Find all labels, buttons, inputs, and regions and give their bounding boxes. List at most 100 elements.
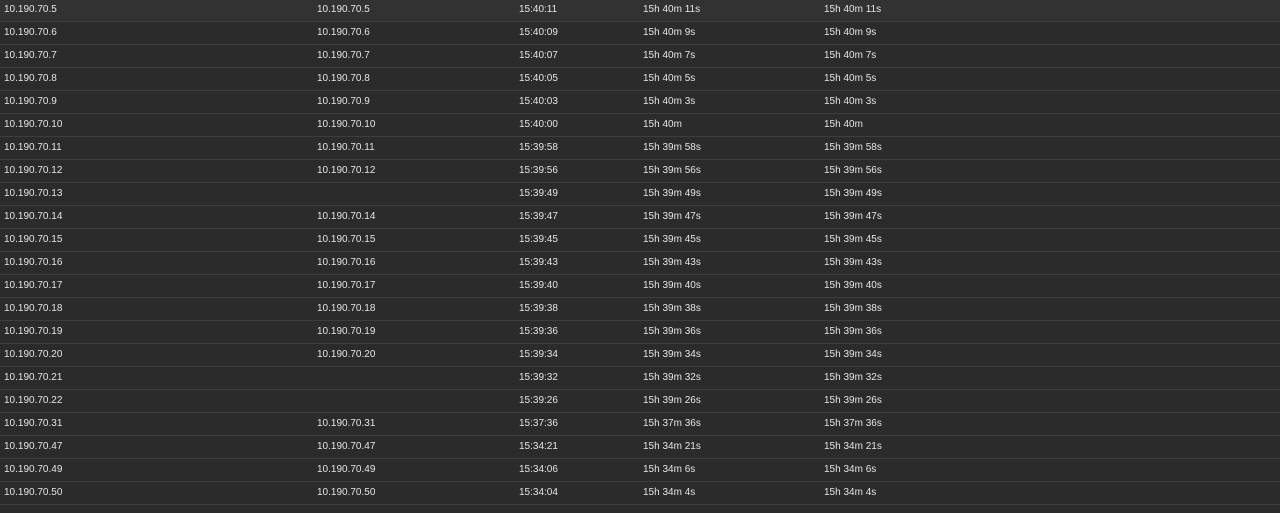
- host-cell: 10.190.70.8: [317, 73, 370, 84]
- duration-total-cell: 15h 40m 5s: [824, 73, 877, 84]
- host-cell: 10.190.70.18: [317, 303, 376, 314]
- ip-address-cell: 10.190.70.8: [4, 73, 57, 84]
- lease-table: 10.190.70.5 10.190.70.5 15:40:11 15h 40m…: [0, 0, 1280, 505]
- time-cell: 15:34:04: [519, 487, 558, 498]
- ip-address-cell: 10.190.70.18: [4, 303, 63, 314]
- ip-address-cell: 10.190.70.13: [4, 188, 63, 199]
- time-cell: 15:39:32: [519, 372, 558, 383]
- table-row[interactable]: 10.190.70.21 15:39:32 15h 39m 32s 15h 39…: [0, 367, 1280, 390]
- duration-total-cell: 15h 39m 26s: [824, 395, 882, 406]
- duration-total-cell: 15h 39m 58s: [824, 142, 882, 153]
- ip-address-cell: 10.190.70.11: [4, 142, 62, 153]
- table-row[interactable]: 10.190.70.49 10.190.70.49 15:34:06 15h 3…: [0, 459, 1280, 482]
- duration-total-cell: 15h 39m 34s: [824, 349, 882, 360]
- host-cell: 10.190.70.9: [317, 96, 370, 107]
- ip-address-cell: 10.190.70.15: [4, 234, 63, 245]
- duration-cell: 15h 39m 43s: [643, 257, 701, 268]
- duration-total-cell: 15h 39m 40s: [824, 280, 882, 291]
- table-row[interactable]: 10.190.70.47 10.190.70.47 15:34:21 15h 3…: [0, 436, 1280, 459]
- duration-total-cell: 15h 39m 32s: [824, 372, 882, 383]
- duration-total-cell: 15h 39m 56s: [824, 165, 882, 176]
- duration-cell: 15h 40m 7s: [643, 50, 696, 61]
- duration-cell: 15h 39m 49s: [643, 188, 701, 199]
- duration-cell: 15h 40m 3s: [643, 96, 696, 107]
- time-cell: 15:34:06: [519, 464, 558, 475]
- duration-cell: 15h 39m 58s: [643, 142, 701, 153]
- table-row[interactable]: 10.190.70.16 10.190.70.16 15:39:43 15h 3…: [0, 252, 1280, 275]
- host-cell: 10.190.70.12: [317, 165, 376, 176]
- table-row[interactable]: 10.190.70.20 10.190.70.20 15:39:34 15h 3…: [0, 344, 1280, 367]
- ip-address-cell: 10.190.70.14: [4, 211, 63, 222]
- duration-cell: 15h 39m 45s: [643, 234, 701, 245]
- time-cell: 15:39:40: [519, 280, 558, 291]
- duration-total-cell: 15h 39m 47s: [824, 211, 882, 222]
- time-cell: 15:40:07: [519, 50, 558, 61]
- table-row[interactable]: 10.190.70.9 10.190.70.9 15:40:03 15h 40m…: [0, 91, 1280, 114]
- time-cell: 15:34:21: [519, 441, 558, 452]
- table-row[interactable]: 10.190.70.50 10.190.70.50 15:34:04 15h 3…: [0, 482, 1280, 505]
- duration-cell: 15h 37m 36s: [643, 418, 701, 429]
- duration-cell: 15h 34m 6s: [643, 464, 696, 475]
- duration-total-cell: 15h 39m 43s: [824, 257, 882, 268]
- ip-address-cell: 10.190.70.22: [4, 395, 63, 406]
- table-row[interactable]: 10.190.70.22 15:39:26 15h 39m 26s 15h 39…: [0, 390, 1280, 413]
- host-cell: 10.190.70.17: [317, 280, 376, 291]
- host-cell: 10.190.70.31: [317, 418, 376, 429]
- table-row[interactable]: 10.190.70.17 10.190.70.17 15:39:40 15h 3…: [0, 275, 1280, 298]
- host-cell: 10.190.70.6: [317, 27, 370, 38]
- duration-total-cell: 15h 40m 3s: [824, 96, 877, 107]
- time-cell: 15:40:00: [519, 119, 558, 130]
- table-row[interactable]: 10.190.70.19 10.190.70.19 15:39:36 15h 3…: [0, 321, 1280, 344]
- host-cell: 10.190.70.19: [317, 326, 376, 337]
- duration-cell: 15h 39m 34s: [643, 349, 701, 360]
- ip-address-cell: 10.190.70.19: [4, 326, 63, 337]
- ip-address-cell: 10.190.70.17: [4, 280, 63, 291]
- time-cell: 15:37:36: [519, 418, 558, 429]
- duration-cell: 15h 39m 32s: [643, 372, 701, 383]
- time-cell: 15:39:45: [519, 234, 558, 245]
- duration-total-cell: 15h 34m 6s: [824, 464, 877, 475]
- ip-address-cell: 10.190.70.10: [4, 119, 63, 130]
- duration-total-cell: 15h 37m 36s: [824, 418, 882, 429]
- time-cell: 15:40:11: [519, 4, 558, 15]
- duration-total-cell: 15h 39m 49s: [824, 188, 882, 199]
- duration-cell: 15h 39m 56s: [643, 165, 701, 176]
- duration-cell: 15h 34m 21s: [643, 441, 701, 452]
- time-cell: 15:39:56: [519, 165, 558, 176]
- duration-total-cell: 15h 34m 4s: [824, 487, 877, 498]
- duration-cell: 15h 39m 38s: [643, 303, 701, 314]
- host-cell: 10.190.70.11: [317, 142, 375, 153]
- host-cell: 10.190.70.20: [317, 349, 376, 360]
- host-cell: 10.190.70.15: [317, 234, 376, 245]
- table-row[interactable]: 10.190.70.11 10.190.70.11 15:39:58 15h 3…: [0, 137, 1280, 160]
- time-cell: 15:40:03: [519, 96, 558, 107]
- table-row[interactable]: 10.190.70.13 15:39:49 15h 39m 49s 15h 39…: [0, 183, 1280, 206]
- ip-address-cell: 10.190.70.12: [4, 165, 63, 176]
- time-cell: 15:40:09: [519, 27, 558, 38]
- ip-address-cell: 10.190.70.21: [4, 372, 63, 383]
- duration-cell: 15h 39m 26s: [643, 395, 701, 406]
- duration-total-cell: 15h 40m 9s: [824, 27, 877, 38]
- table-row[interactable]: 10.190.70.12 10.190.70.12 15:39:56 15h 3…: [0, 160, 1280, 183]
- table-row[interactable]: 10.190.70.31 10.190.70.31 15:37:36 15h 3…: [0, 413, 1280, 436]
- time-cell: 15:39:36: [519, 326, 558, 337]
- host-cell: 10.190.70.50: [317, 487, 376, 498]
- time-cell: 15:39:43: [519, 257, 558, 268]
- host-cell: 10.190.70.14: [317, 211, 376, 222]
- ip-address-cell: 10.190.70.5: [4, 4, 57, 15]
- host-cell: 10.190.70.16: [317, 257, 376, 268]
- table-row[interactable]: 10.190.70.14 10.190.70.14 15:39:47 15h 3…: [0, 206, 1280, 229]
- table-row[interactable]: 10.190.70.15 10.190.70.15 15:39:45 15h 3…: [0, 229, 1280, 252]
- table-row[interactable]: 10.190.70.5 10.190.70.5 15:40:11 15h 40m…: [0, 0, 1280, 22]
- table-row[interactable]: 10.190.70.8 10.190.70.8 15:40:05 15h 40m…: [0, 68, 1280, 91]
- time-cell: 15:39:34: [519, 349, 558, 360]
- ip-address-cell: 10.190.70.49: [4, 464, 63, 475]
- table-row[interactable]: 10.190.70.10 10.190.70.10 15:40:00 15h 4…: [0, 114, 1280, 137]
- table-row[interactable]: 10.190.70.18 10.190.70.18 15:39:38 15h 3…: [0, 298, 1280, 321]
- time-cell: 15:39:49: [519, 188, 558, 199]
- table-row[interactable]: 10.190.70.6 10.190.70.6 15:40:09 15h 40m…: [0, 22, 1280, 45]
- time-cell: 15:39:47: [519, 211, 558, 222]
- ip-address-cell: 10.190.70.31: [4, 418, 63, 429]
- table-row[interactable]: 10.190.70.7 10.190.70.7 15:40:07 15h 40m…: [0, 45, 1280, 68]
- duration-cell: 15h 39m 47s: [643, 211, 701, 222]
